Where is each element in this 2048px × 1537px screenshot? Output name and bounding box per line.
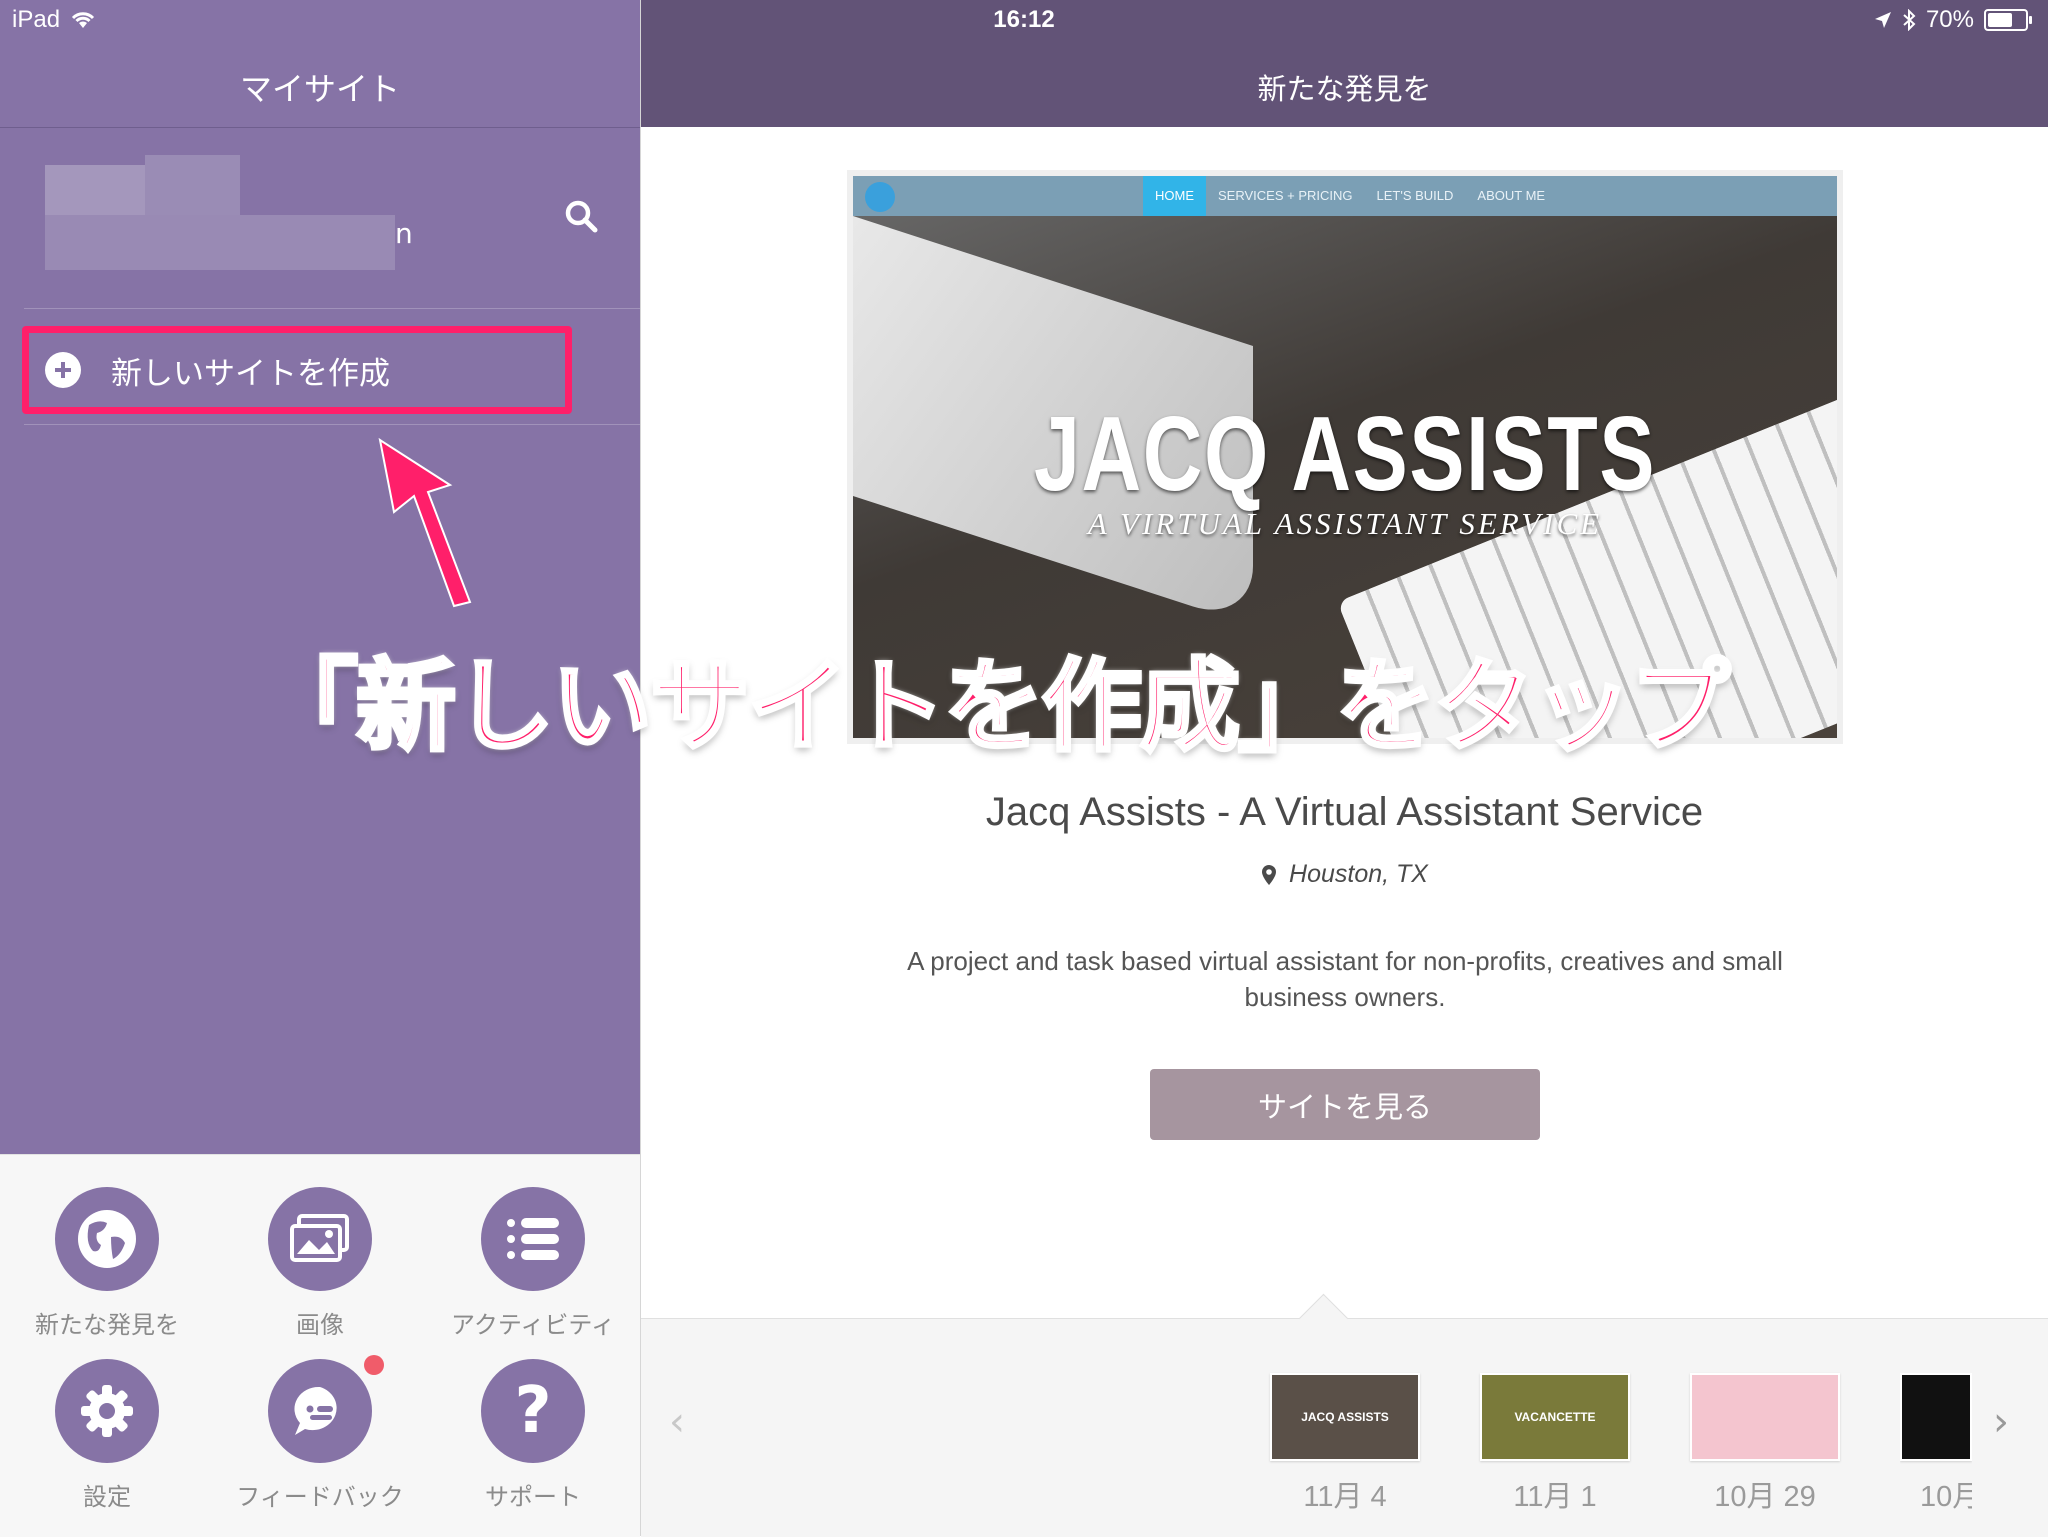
- thumbnail-image: [1690, 1373, 1840, 1461]
- thumbnail-item[interactable]: VACANCETTE 11月 1: [1480, 1373, 1630, 1515]
- account-text: n: [395, 217, 413, 250]
- list-icon: [481, 1187, 585, 1291]
- preview-nav-about: ABOUT ME: [1477, 188, 1546, 203]
- status-right: 70%: [1874, 6, 2032, 34]
- tab-support-label: サポート: [485, 1483, 581, 1511]
- preview-title: JACQ ASSISTS: [1033, 395, 1657, 513]
- site-location-text: Houston, TX: [1289, 860, 1428, 888]
- thumbnail-image: JACQ ASSISTS: [1270, 1373, 1420, 1461]
- account-info-blurred[interactable]: n: [45, 155, 413, 275]
- sidebar-title: マイサイト: [239, 70, 400, 108]
- preview-logo-icon: [865, 182, 895, 212]
- divider: [24, 308, 640, 309]
- create-site-button[interactable]: 新しいサイトを作成: [22, 326, 572, 414]
- thumbnail-item[interactable]: 10月: [1900, 1373, 1972, 1515]
- search-button[interactable]: [558, 193, 604, 239]
- gear-icon: [55, 1359, 159, 1463]
- annotation-arrow-icon: [378, 437, 472, 608]
- thumbnail-image: [1900, 1373, 1972, 1461]
- tab-images[interactable]: 画像: [213, 1187, 427, 1340]
- tab-activity[interactable]: アクティビティ: [426, 1187, 640, 1340]
- main-title: 新たな発見を: [1257, 72, 1432, 106]
- thumbnail-date: 11月 4: [1303, 1481, 1387, 1513]
- globe-icon: [55, 1187, 159, 1291]
- divider: [24, 424, 640, 425]
- site-location: Houston, TX: [641, 860, 2048, 889]
- create-site-label: 新しいサイトを作成: [111, 355, 390, 392]
- battery-icon: [1984, 9, 2032, 31]
- preview-nav-build: LET'S BUILD: [1376, 188, 1454, 203]
- preview-nav-services: SERVICES + PRICING: [1218, 188, 1353, 203]
- chevron-left-icon[interactable]: ‹: [669, 1399, 685, 1445]
- tab-feedback-label: フィードバック: [236, 1483, 404, 1511]
- notification-dot: [364, 1355, 384, 1375]
- tab-support[interactable]: ? サポート: [426, 1359, 640, 1512]
- thumbnail-item[interactable]: 10月 29: [1690, 1373, 1840, 1515]
- location-icon: [1874, 12, 1891, 28]
- view-site-button[interactable]: サイトを見る: [1150, 1069, 1540, 1140]
- tab-settings[interactable]: 設定: [0, 1359, 214, 1512]
- tab-images-label: 画像: [296, 1311, 344, 1339]
- plus-icon: [45, 352, 81, 388]
- thumbnail-date: 10月 29: [1714, 1481, 1816, 1513]
- bluetooth-icon: [1903, 9, 1916, 31]
- site-title: Jacq Assists - A Virtual Assistant Servi…: [985, 790, 1704, 834]
- status-time: 16:12: [993, 6, 1055, 33]
- strip-pointer: [1298, 1293, 1349, 1344]
- thumbnail-date: 10月: [1920, 1481, 1972, 1513]
- thumbnail-date: 11月 1: [1513, 1481, 1597, 1513]
- bottom-tab-bar: 新たな発見を 画像 アクティビティ 設定 フィードバック ? サポート: [0, 1154, 640, 1537]
- chevron-right-icon[interactable]: ›: [1993, 1399, 2009, 1445]
- question-icon: ?: [481, 1359, 585, 1463]
- chat-icon: [268, 1355, 384, 1463]
- map-pin-icon: [1262, 864, 1277, 885]
- tab-settings-label: 設定: [83, 1483, 131, 1511]
- annotation-text: 「新しいサイトを作成」をタップ: [256, 646, 1732, 767]
- thumbnail-item[interactable]: JACQ ASSISTS 11月 4: [1270, 1373, 1420, 1515]
- tab-activity-label: アクティビティ: [451, 1311, 615, 1339]
- tab-discover[interactable]: 新たな発見を: [0, 1187, 214, 1340]
- tab-feedback[interactable]: フィードバック: [213, 1355, 427, 1512]
- battery-level: [1988, 13, 2012, 27]
- battery-percent: 70%: [1925, 6, 1974, 33]
- status-bar: iPad 16:12 70%: [0, 0, 2048, 40]
- site-description: A project and task based virtual assista…: [907, 946, 1783, 1012]
- preview-nav-bar: HOME SERVICES + PRICING LET'S BUILD ABOU…: [853, 176, 1837, 216]
- thumbnail-caption: JACQ ASSISTS: [1301, 1410, 1389, 1424]
- thumbnail-strip: ‹ JACQ ASSISTS 11月 4 VACANCETTE 11月 1 10…: [641, 1293, 2048, 1537]
- images-icon: [268, 1187, 372, 1291]
- tab-discover-label: 新たな発見を: [35, 1311, 179, 1339]
- preview-nav-home: HOME: [1143, 176, 1206, 216]
- thumbnail-caption: VACANCETTE: [1514, 1410, 1596, 1424]
- search-icon: [565, 200, 598, 233]
- preview-subtitle: A VIRTUAL ASSISTANT SERVICE: [1087, 506, 1603, 541]
- thumbnail-image: VACANCETTE: [1480, 1373, 1630, 1461]
